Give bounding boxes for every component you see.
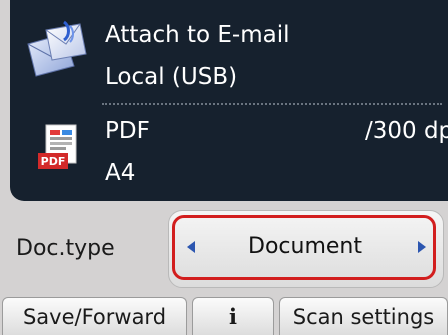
section-divider <box>102 103 442 105</box>
scanner-lcd-screen: Attach to E-mail Local (USB) PDF PDF /30… <box>0 0 448 335</box>
scan-summary-panel: Attach to E-mail Local (USB) PDF PDF /30… <box>10 0 448 201</box>
save-forward-button[interactable]: Save/Forward <box>2 297 187 335</box>
destination-location: Local (USB) <box>105 64 238 90</box>
destination-title: Attach to E-mail <box>105 22 290 48</box>
resolution-value: /300 dpi <box>365 118 448 144</box>
pdf-file-icon: PDF <box>38 124 77 169</box>
info-button[interactable]: i <box>192 297 274 335</box>
email-attach-icon <box>27 20 87 77</box>
doc-type-label: Doc.type <box>16 236 115 261</box>
pdf-badge-label: PDF <box>41 155 66 168</box>
scan-settings-button[interactable]: Scan settings <box>279 297 448 335</box>
arrow-left-icon[interactable] <box>187 241 195 253</box>
paper-size-value: A4 <box>105 160 136 186</box>
arrow-right-icon[interactable] <box>418 241 426 253</box>
doc-type-value: Document <box>248 234 362 259</box>
file-format-value: PDF <box>105 118 150 144</box>
